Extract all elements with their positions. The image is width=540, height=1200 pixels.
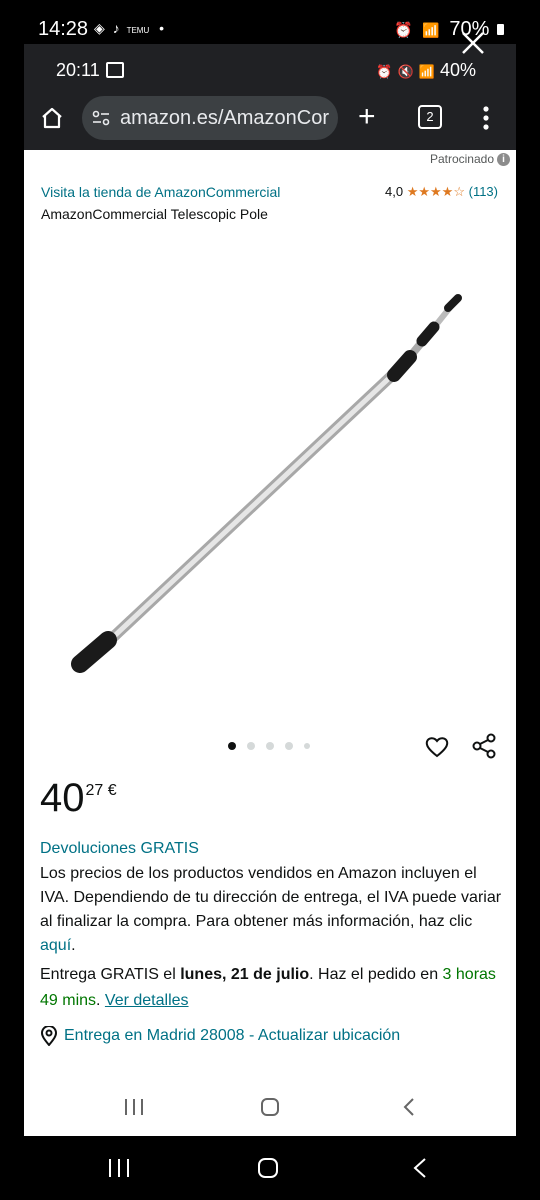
product-name[interactable]: AmazonCommercial Telescopic Pole [41,206,268,222]
alarm-icon: ⏰ [376,64,393,79]
delivery-prefix: Entrega GRATIS el [40,966,181,983]
mute-icon: 🔇 [397,64,414,79]
close-icon[interactable] [458,28,488,58]
price: 4027 € [40,778,117,818]
vat-text: Los precios de los productos vendidos en… [40,865,502,930]
delivery-details-link[interactable]: Ver detalles [105,992,189,1009]
returns-link[interactable]: Devoluciones GRATIS [40,840,199,858]
carousel-dot[interactable] [247,742,255,750]
rating[interactable]: 4,0 ★★★★☆ (113) [385,184,498,200]
sponsored-label[interactable]: Patrocinado i [429,152,510,167]
outer-navigation-bar [0,1136,540,1200]
store-link[interactable]: Visita la tienda de AmazonCommercial [41,184,280,200]
delivery-sep: . [96,992,105,1009]
dot-icon: • [159,20,165,36]
product-image[interactable] [24,244,516,764]
inner-screenshot: 20:11 ⏰ 🔇 📶 40% amazon.es/AmazonCor + 2 [24,44,516,1136]
delivery-middle: . Haz el pedido en [309,966,443,983]
url-text[interactable]: amazon.es/AmazonCor [120,107,332,130]
tiktok-icon: ♪ [112,20,120,36]
package-icon: ◈ [94,20,105,36]
outer-notification-icons: ◈ ♪ TEMU • [94,20,164,37]
new-tab-icon[interactable]: + [358,102,376,132]
image-icon [106,62,124,78]
carousel-dot[interactable] [228,742,236,750]
outer-clock: 14:28 [38,18,89,40]
delivery-date: lunes, 21 de julio [180,966,310,983]
vat-more-info-link[interactable]: aquí [40,937,71,954]
wifi-icon: 📶 [418,64,435,79]
more-menu-icon[interactable] [482,104,490,132]
carousel-dot[interactable] [285,742,293,750]
delivery-info: Entrega GRATIS el lunes, 21 de julio. Ha… [40,962,505,1014]
home-nav-icon[interactable] [260,1097,280,1117]
vat-notice: Los precios de los productos vendidos en… [40,862,505,958]
inner-status-bar: 20:11 ⏰ 🔇 📶 40% [24,44,516,90]
back-icon[interactable] [402,1097,416,1117]
inner-navigation-bar [24,1080,516,1136]
location-pin-icon [40,1026,58,1046]
back-icon[interactable] [412,1157,428,1179]
inner-battery-text: 40% [439,60,476,80]
temu-icon: TEMU [126,26,150,35]
price-whole: 40 [40,776,85,820]
price-fraction: 27 € [85,782,117,799]
share-icon[interactable] [470,732,498,760]
address-bar[interactable]: amazon.es/AmazonCor [82,96,338,140]
carousel-dot[interactable] [304,743,310,749]
carousel-dot[interactable] [266,742,274,750]
rating-count[interactable]: (113) [469,184,498,199]
recents-icon[interactable] [108,1158,130,1178]
browser-toolbar: amazon.es/AmazonCor + 2 [24,90,516,150]
heart-icon[interactable] [424,734,450,760]
wifi-icon: 📶 [422,22,440,38]
battery-icon [497,24,504,35]
sponsored-text: Patrocinado [429,152,494,166]
site-settings-icon[interactable] [92,110,110,126]
tab-switcher-button[interactable]: 2 [418,105,442,129]
rating-value: 4,0 [385,184,404,199]
home-nav-icon[interactable] [257,1157,279,1179]
recents-icon[interactable] [124,1098,144,1116]
delivery-location[interactable]: Entrega en Madrid 28008 - Actualizar ubi… [40,1026,400,1046]
location-text[interactable]: Entrega en Madrid 28008 - Actualizar ubi… [64,1027,400,1044]
alarm-icon: ⏰ [394,22,413,39]
info-icon[interactable]: i [497,153,510,167]
vat-end: . [71,937,76,954]
inner-system-icons: ⏰ 🔇 📶 40% [376,60,476,81]
home-icon[interactable] [40,106,64,130]
star-rating-icon: ★★★★☆ [406,184,465,199]
inner-clock: 20:11 [56,60,100,80]
